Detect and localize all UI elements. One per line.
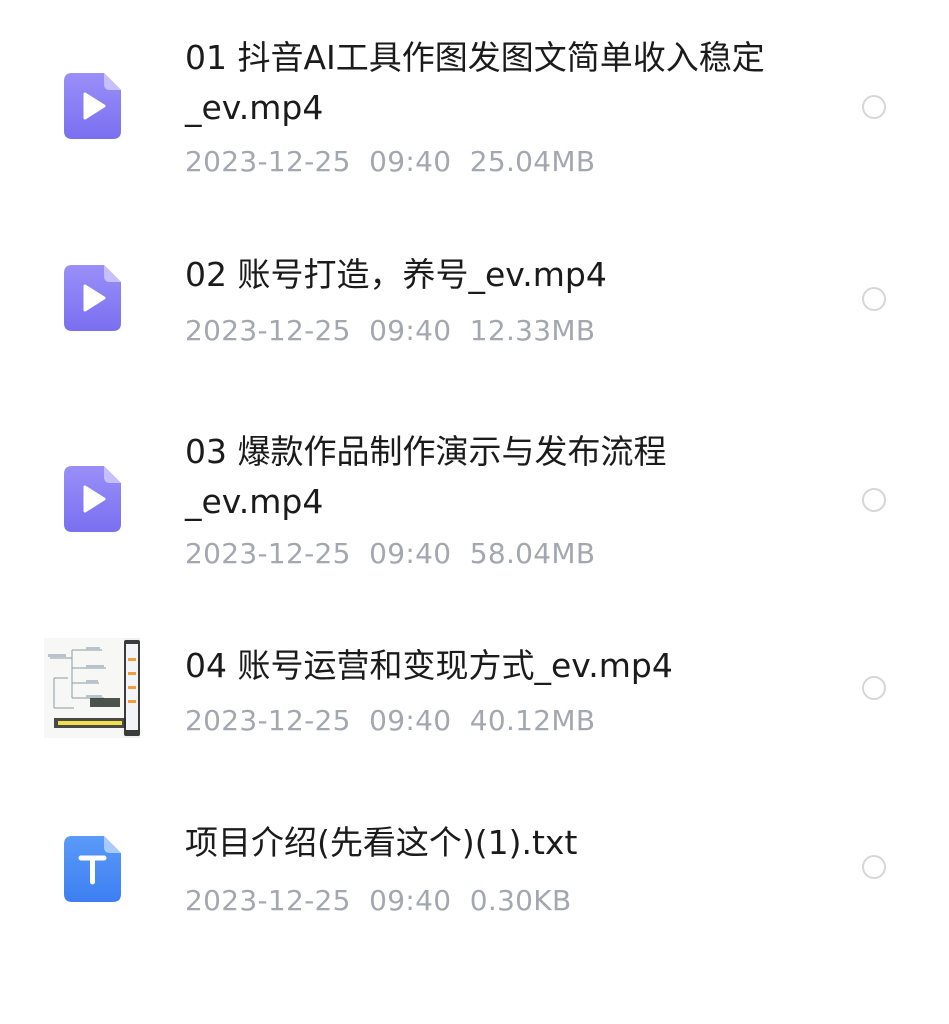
file-size: 0.30KB <box>469 884 572 917</box>
meta-separator <box>451 537 469 570</box>
file-name: 项目介绍(先看这个)(1).txt <box>185 823 578 862</box>
file-time: 09:40 <box>369 145 452 178</box>
select-radio[interactable] <box>862 855 886 879</box>
select-radio[interactable] <box>862 488 886 512</box>
file-meta: 2023-12-25 09:40 12.33MB <box>185 313 595 349</box>
file-meta: 2023-12-25 09:40 58.04MB <box>185 536 595 572</box>
meta-separator <box>351 704 369 737</box>
select-radio[interactable] <box>862 95 886 119</box>
file-date: 2023-12-25 <box>185 145 351 178</box>
file-date: 2023-12-25 <box>185 537 351 570</box>
select-radio[interactable] <box>862 287 886 311</box>
file-row[interactable]: 项目介绍(先看这个)(1).txt 2023-12-25 09:40 0.30K… <box>0 800 949 980</box>
meta-separator <box>451 145 469 178</box>
file-row[interactable]: 04 账号运营和变现方式_ev.mp4 2023-12-25 09:40 40.… <box>0 620 949 800</box>
meta-separator <box>351 314 369 347</box>
file-time: 09:40 <box>369 314 452 347</box>
meta-separator <box>451 704 469 737</box>
file-list: 01 抖音AI工具作图发图文简单收入稳定_ev.mp4 2023-12-25 0… <box>0 0 949 1024</box>
file-date: 2023-12-25 <box>185 314 351 347</box>
video-file-icon <box>64 73 121 139</box>
file-meta: 2023-12-25 09:40 40.12MB <box>185 703 595 739</box>
file-row[interactable]: 01 抖音AI工具作图发图文简单收入稳定_ev.mp4 2023-12-25 0… <box>0 0 949 200</box>
file-row[interactable]: 02 账号打造，养号_ev.mp4 2023-12-25 09:40 12.33… <box>0 200 949 400</box>
file-name: 03 爆款作品制作演示与发布流程_ev.mp4 <box>185 432 667 521</box>
meta-separator <box>451 884 469 917</box>
file-time: 09:40 <box>369 537 452 570</box>
meta-separator <box>351 145 369 178</box>
file-name: 01 抖音AI工具作图发图文简单收入稳定_ev.mp4 <box>185 38 765 127</box>
file-date: 2023-12-25 <box>185 884 351 917</box>
video-file-icon <box>64 265 121 331</box>
meta-separator <box>351 884 369 917</box>
meta-separator <box>351 537 369 570</box>
video-thumbnail <box>44 638 140 738</box>
file-name: 02 账号打造，养号_ev.mp4 <box>185 255 607 294</box>
file-size: 58.04MB <box>469 537 596 570</box>
file-time: 09:40 <box>369 704 452 737</box>
file-size: 25.04MB <box>469 145 596 178</box>
text-file-icon <box>64 836 121 902</box>
file-name: 04 账号运营和变现方式_ev.mp4 <box>185 646 673 685</box>
file-row[interactable]: 03 爆款作品制作演示与发布流程_ev.mp4 2023-12-25 09:40… <box>0 400 949 620</box>
video-file-icon <box>64 466 121 532</box>
file-meta: 2023-12-25 09:40 25.04MB <box>185 144 595 180</box>
file-date: 2023-12-25 <box>185 704 351 737</box>
select-radio[interactable] <box>862 676 886 700</box>
file-size: 40.12MB <box>469 704 596 737</box>
file-time: 09:40 <box>369 884 452 917</box>
file-meta: 2023-12-25 09:40 0.30KB <box>185 883 571 919</box>
file-size: 12.33MB <box>469 314 596 347</box>
meta-separator <box>451 314 469 347</box>
